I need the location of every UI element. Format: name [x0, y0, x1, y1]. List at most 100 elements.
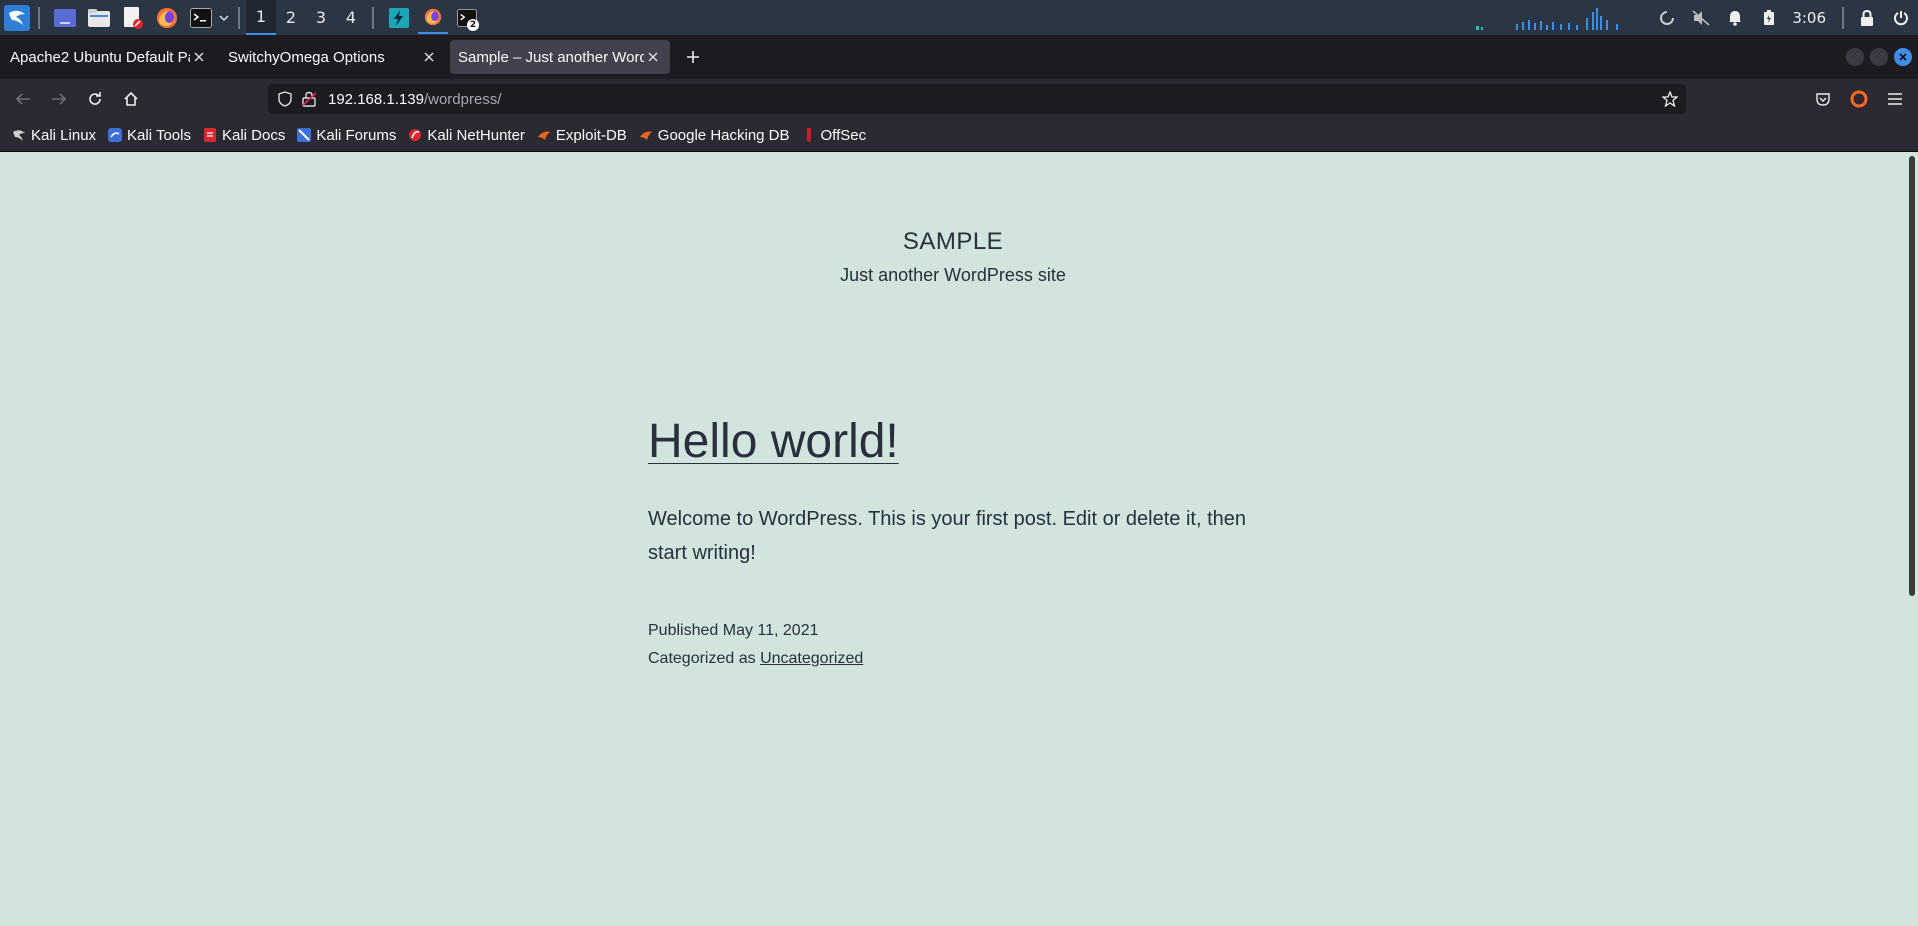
hamburger-menu-icon [1888, 93, 1902, 105]
battery-icon [1764, 9, 1775, 25]
forward-button[interactable] [44, 84, 74, 114]
power-icon [1894, 10, 1908, 25]
firefox-icon [157, 7, 177, 28]
arrow-right-icon [52, 93, 67, 105]
text-editor-button[interactable] [118, 3, 148, 33]
bookmark-label: Kali Docs [221, 126, 286, 144]
tracking-protection-icon[interactable] [278, 91, 292, 107]
url-path: /wordpress/ [423, 90, 502, 108]
minimize-window-button[interactable] [1846, 48, 1864, 66]
bookmark-google-hacking-db[interactable]: Google Hacking DB [639, 127, 790, 144]
new-tab-button[interactable] [678, 42, 708, 72]
folder-icon [88, 8, 110, 27]
power-status-button[interactable] [1757, 6, 1781, 30]
post-body: Welcome to WordPress. This is your first… [648, 508, 1247, 564]
page-scrollbar[interactable] [1906, 152, 1918, 926]
bookmark-kali-linux[interactable]: Kali Linux [12, 127, 96, 144]
taskbar-separator [38, 6, 40, 29]
site-title[interactable]: SAMPLE [0, 228, 1906, 256]
workspace-4[interactable]: 4 [336, 0, 366, 35]
proxy-extension-button[interactable] [1844, 84, 1874, 114]
close-tab-button[interactable] [644, 48, 662, 66]
bookmark-label: Kali Forums [316, 126, 397, 144]
launcher-dropdown[interactable] [216, 3, 232, 33]
system-taskbar: 1 2 3 4 2 3:06 [0, 0, 1918, 35]
workspace-1[interactable]: 1 [246, 0, 276, 35]
switchyomega-icon [1850, 90, 1868, 108]
close-icon [424, 52, 434, 62]
close-icon [194, 52, 204, 62]
post-title-link[interactable]: Hello world! [648, 414, 899, 469]
taskbar-window-firefox[interactable] [418, 1, 448, 34]
notifications-button[interactable] [1723, 6, 1747, 30]
tab-title: Sample – Just another WordPress site [458, 48, 644, 66]
arrow-left-icon [15, 93, 30, 105]
terminal-launcher-button[interactable] [186, 3, 216, 33]
terminal-window-count-badge: 2 [467, 18, 479, 31]
bookmark-exploit-db[interactable]: Exploit-DB [537, 127, 627, 144]
taskbar-window-terminal[interactable]: 2 [452, 3, 482, 33]
tab-apache2[interactable]: Apache2 Ubuntu Default Page: It works [2, 40, 216, 74]
close-window-button[interactable] [1894, 48, 1912, 66]
published-label: Published [648, 622, 719, 639]
workspace-3[interactable]: 3 [306, 0, 336, 35]
network-status-button[interactable] [1655, 6, 1679, 30]
logout-button[interactable] [1889, 6, 1913, 30]
maximize-window-button[interactable] [1870, 48, 1888, 66]
terminal-icon [190, 7, 212, 28]
exploit-db-icon [537, 131, 550, 140]
bookmark-label: Exploit-DB [555, 126, 627, 144]
categorized-label: Categorized as [648, 650, 756, 667]
page-content: SAMPLE Just another WordPress site Hello… [0, 152, 1906, 926]
scrollbar-thumb[interactable] [1909, 156, 1915, 596]
kali-tools-icon [108, 128, 123, 142]
bookmark-star-button[interactable] [1662, 91, 1678, 107]
close-tab-button[interactable] [420, 48, 438, 66]
bookmark-label: Kali Tools [127, 126, 191, 144]
window-controls [1840, 48, 1912, 66]
browser-tab-strip: Apache2 Ubuntu Default Page: It works Sw… [0, 35, 1918, 79]
pocket-button[interactable] [1808, 84, 1838, 114]
tab-switchyomega[interactable]: SwitchyOmega Options [220, 40, 446, 74]
volume-muted-icon [1692, 9, 1710, 26]
file-manager-button[interactable] [84, 3, 114, 33]
back-button[interactable] [8, 84, 38, 114]
bookmark-kali-docs[interactable]: Kali Docs [203, 127, 285, 144]
kali-dragon-icon [4, 4, 30, 31]
tab-title: Apache2 Ubuntu Default Page: It works [10, 48, 190, 66]
lock-screen-button[interactable] [1855, 6, 1879, 30]
insecure-connection-icon[interactable] [302, 91, 316, 107]
url-bar[interactable]: 192.168.1.139/wordpress/ [268, 84, 1686, 114]
clock[interactable]: 3:06 [1792, 9, 1826, 27]
lightning-app-icon [389, 7, 409, 28]
post-category-meta: Categorized as Uncategorized [648, 650, 863, 668]
exploit-db-icon [639, 131, 652, 140]
volume-button[interactable] [1689, 6, 1713, 30]
bookmark-offsec[interactable]: OffSec [802, 127, 866, 144]
taskbar-separator [1842, 6, 1844, 29]
close-tab-button[interactable] [190, 48, 208, 66]
chevron-down-icon [219, 14, 229, 21]
bell-icon [1729, 10, 1742, 26]
kali-menu-button[interactable] [2, 3, 32, 33]
pocket-icon [1816, 93, 1830, 106]
offsec-icon [806, 128, 811, 142]
bookmark-kali-nethunter[interactable]: Kali NetHunter [408, 127, 525, 144]
home-button[interactable] [116, 84, 146, 114]
nethunter-icon [409, 129, 422, 141]
tab-sample-wordpress[interactable]: Sample – Just another WordPress site [450, 40, 670, 74]
document-editor-icon [124, 6, 143, 29]
reload-button[interactable] [80, 84, 110, 114]
network-activity-graph [1476, 7, 1619, 30]
published-date: May 11, 2021 [722, 622, 819, 639]
workspace-2[interactable]: 2 [276, 0, 306, 35]
bookmark-kali-forums[interactable]: Kali Forums [297, 127, 396, 144]
firefox-launcher-button[interactable] [152, 3, 182, 33]
site-title-text[interactable]: SAMPLE [903, 228, 1003, 255]
bookmark-kali-tools[interactable]: Kali Tools [108, 127, 191, 144]
show-desktop-button[interactable] [50, 3, 80, 33]
category-link[interactable]: Uncategorized [760, 650, 863, 667]
taskbar-window-app[interactable] [384, 3, 414, 33]
star-icon [1662, 91, 1678, 107]
app-menu-button[interactable] [1880, 84, 1910, 114]
